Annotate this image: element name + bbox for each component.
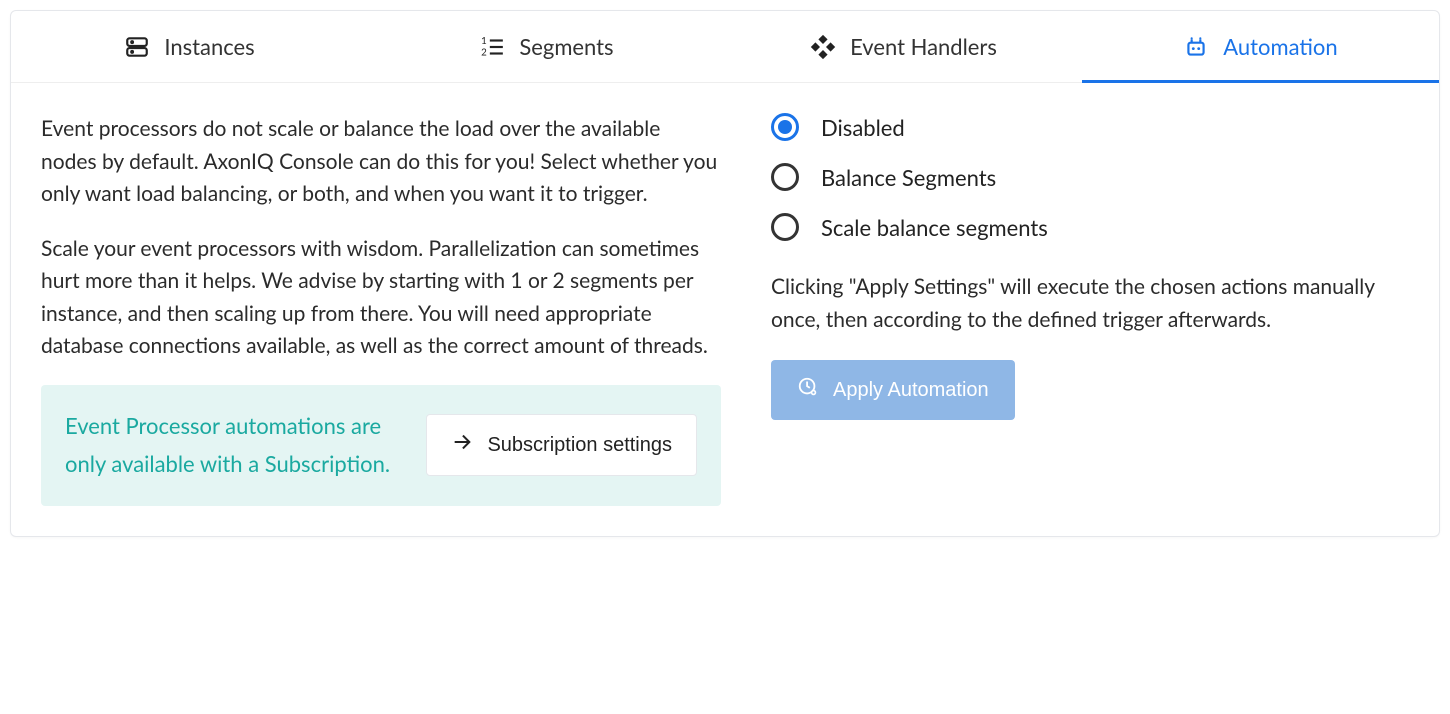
- tab-instances[interactable]: Instances: [11, 11, 368, 82]
- tab-label: Segments: [519, 33, 613, 60]
- tab-event-handlers[interactable]: Event Handlers: [725, 11, 1082, 82]
- description-paragraph-2: Scale your event processors with wisdom.…: [41, 233, 721, 363]
- radio-scale-balance-segments[interactable]: Scale balance segments: [771, 213, 1409, 241]
- subscription-settings-button[interactable]: Subscription settings: [426, 414, 697, 476]
- subscription-info-box: Event Processor automations are only ava…: [41, 385, 721, 506]
- tab-label: Automation: [1223, 33, 1337, 60]
- automation-panel: Instances 1 2 Segments: [10, 10, 1440, 537]
- radio-label: Scale balance segments: [821, 214, 1048, 241]
- button-label: Apply Automation: [833, 379, 989, 402]
- server-icon: [124, 34, 150, 60]
- radio-label: Balance Segments: [821, 164, 996, 191]
- radio-icon: [771, 163, 799, 191]
- apply-note: Clicking "Apply Settings" will execute t…: [771, 271, 1409, 336]
- tab-automation[interactable]: Automation: [1082, 11, 1439, 82]
- radio-icon: [771, 213, 799, 241]
- radio-disabled[interactable]: Disabled: [771, 113, 1409, 141]
- tab-segments[interactable]: 1 2 Segments: [368, 11, 725, 82]
- clock-gear-icon: [797, 376, 819, 404]
- radio-label: Disabled: [821, 114, 905, 141]
- radio-balance-segments[interactable]: Balance Segments: [771, 163, 1409, 191]
- tab-label: Event Handlers: [850, 33, 997, 60]
- arrow-right-icon: [451, 431, 473, 459]
- tabs-bar: Instances 1 2 Segments: [11, 11, 1439, 83]
- robot-icon: [1183, 34, 1209, 60]
- radio-icon: [771, 113, 799, 141]
- apply-automation-button[interactable]: Apply Automation: [771, 360, 1015, 420]
- numbered-list-icon: 1 2: [479, 34, 505, 60]
- subscription-info-text: Event Processor automations are only ava…: [65, 407, 396, 484]
- button-label: Subscription settings: [487, 434, 672, 457]
- components-icon: [810, 34, 836, 60]
- description-paragraph-1: Event processors do not scale or balance…: [41, 113, 721, 211]
- svg-text:1: 1: [482, 34, 488, 46]
- tab-label: Instances: [164, 33, 254, 60]
- panel-body: Event processors do not scale or balance…: [11, 83, 1439, 536]
- automation-settings-column: Disabled Balance Segments Scale balance …: [761, 113, 1409, 506]
- svg-text:2: 2: [482, 46, 488, 58]
- description-column: Event processors do not scale or balance…: [41, 113, 721, 506]
